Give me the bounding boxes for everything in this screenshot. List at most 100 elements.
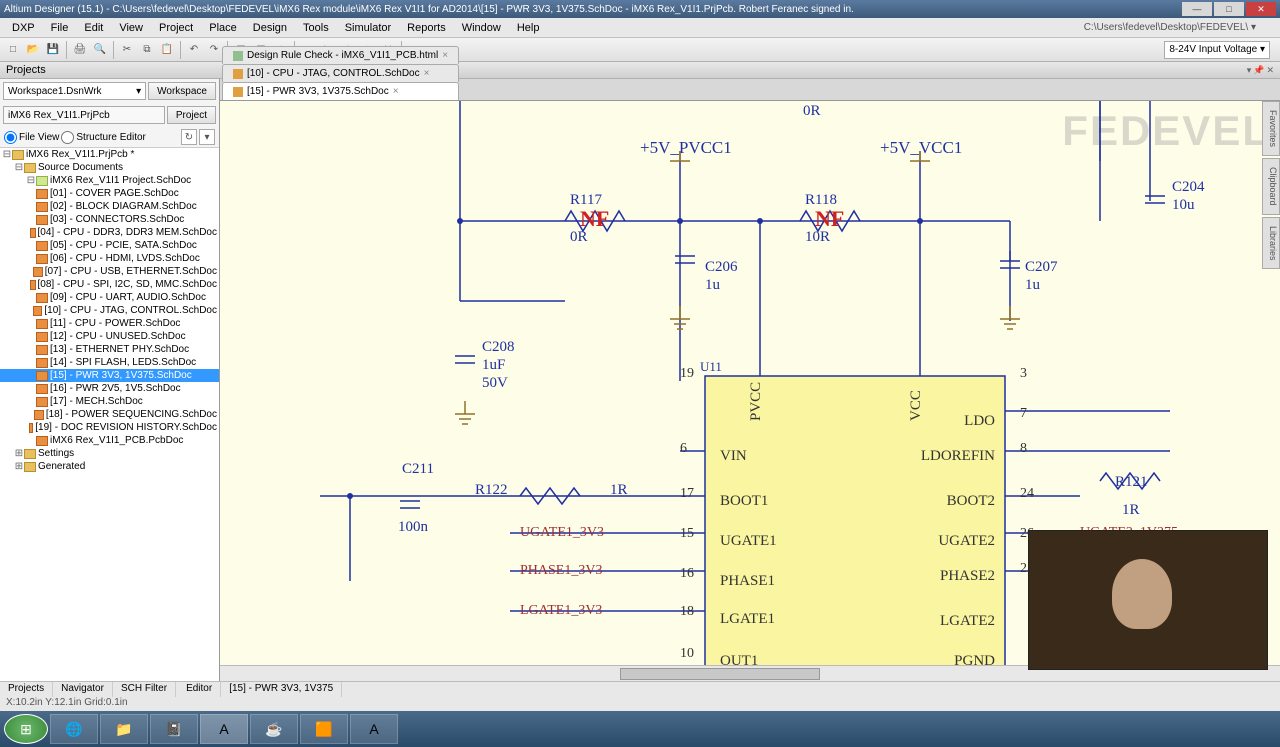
tree-source-documents[interactable]: ⊟Source Documents: [0, 161, 219, 174]
file-view-radio[interactable]: File View: [4, 131, 59, 144]
svg-text:10: 10: [680, 646, 694, 661]
tree-item[interactable]: [07] - CPU - USB, ETHERNET.SchDoc: [0, 265, 219, 278]
menu-reports[interactable]: Reports: [399, 20, 454, 36]
toolbar-undo-icon[interactable]: ↶: [185, 41, 203, 59]
tree-item[interactable]: [09] - CPU - UART, AUDIO.SchDoc: [0, 291, 219, 304]
menu-place[interactable]: Place: [201, 20, 245, 36]
toolbar-zoom-icon[interactable]: 🔍: [91, 41, 109, 59]
tree-item[interactable]: [12] - CPU - UNUSED.SchDoc: [0, 330, 219, 343]
svg-text:1u: 1u: [1025, 277, 1041, 293]
taskbar-app1-icon[interactable]: 📓: [150, 714, 198, 744]
svg-text:1uF: 1uF: [482, 357, 505, 373]
svg-text:NF: NF: [580, 206, 609, 231]
window-minimize-button[interactable]: —: [1182, 2, 1212, 16]
tree-item[interactable]: [10] - CPU - JTAG, CONTROL.SchDoc: [0, 304, 219, 317]
workspace-button[interactable]: Workspace: [148, 82, 216, 100]
toolbar-redo-icon[interactable]: ↷: [205, 41, 223, 59]
side-tabs: Favorites Clipboard Libraries: [1262, 101, 1280, 269]
document-tab[interactable]: [15] - PWR 3V3, 1V375.SchDoc×: [222, 82, 459, 100]
toolbar-new-icon[interactable]: □: [4, 41, 22, 59]
svg-text:R118: R118: [805, 192, 837, 208]
tree-item[interactable]: [06] - CPU - HDMI, LVDS.SchDoc: [0, 252, 219, 265]
tree-item[interactable]: [14] - SPI FLASH, LEDS.SchDoc: [0, 356, 219, 369]
side-tab-clipboard[interactable]: Clipboard: [1262, 158, 1280, 215]
toolbar-cut-icon[interactable]: ✂: [118, 41, 136, 59]
project-field[interactable]: iMX6 Rex_V1I1.PrjPcb: [3, 106, 165, 124]
panel-close-icon[interactable]: ✕: [1266, 65, 1274, 76]
structure-editor-radio[interactable]: Structure Editor: [61, 131, 145, 144]
menu-window[interactable]: Window: [454, 20, 509, 36]
tab-close-icon[interactable]: ×: [424, 68, 430, 79]
menu-tools[interactable]: Tools: [295, 20, 337, 36]
tree-item[interactable]: [18] - POWER SEQUENCING.SchDoc: [0, 408, 219, 421]
svg-text:7: 7: [1020, 406, 1027, 421]
svg-text:LGATE1: LGATE1: [720, 611, 775, 627]
toolbar-copy-icon[interactable]: ⧉: [138, 41, 156, 59]
document-tab[interactable]: [10] - CPU - JTAG, CONTROL.SchDoc×: [222, 64, 459, 82]
workspace-combo[interactable]: Workspace1.DsnWrk▾: [3, 82, 146, 100]
window-close-button[interactable]: ✕: [1246, 2, 1276, 16]
tree-item[interactable]: [03] - CONNECTORS.SchDoc: [0, 213, 219, 226]
bottom-tab-projects[interactable]: Projects: [0, 682, 53, 697]
tree-item[interactable]: [16] - PWR 2V5, 1V5.SchDoc: [0, 382, 219, 395]
tree-item[interactable]: [17] - MECH.SchDoc: [0, 395, 219, 408]
tree-generated[interactable]: ⊞Generated: [0, 460, 219, 473]
taskbar-explorer-icon[interactable]: 📁: [100, 714, 148, 744]
svg-text:8: 8: [1020, 441, 1027, 456]
menu-help[interactable]: Help: [509, 20, 548, 36]
toolbar-save-icon[interactable]: 💾: [44, 41, 62, 59]
taskbar-app2-icon[interactable]: 🟧: [300, 714, 348, 744]
menu-dxp[interactable]: DXP: [4, 20, 43, 36]
svg-text:1R: 1R: [1122, 502, 1140, 518]
taskbar-chrome-icon[interactable]: 🌐: [50, 714, 98, 744]
tree-item[interactable]: [08] - CPU - SPI, I2C, SD, MMC.SchDoc: [0, 278, 219, 291]
tree-root[interactable]: ⊟iMX6 Rex_V1I1.PrjPcb *: [0, 148, 219, 161]
toolbar-print-icon[interactable]: 🖨: [71, 41, 89, 59]
start-button[interactable]: ⊞: [4, 714, 48, 744]
side-tab-favorites[interactable]: Favorites: [1262, 101, 1280, 156]
svg-text:PGND: PGND: [954, 653, 995, 665]
tree-item[interactable]: [04] - CPU - DDR3, DDR3 MEM.SchDoc: [0, 226, 219, 239]
svg-text:R121: R121: [1115, 474, 1148, 490]
toolbar-signal-combo[interactable]: 8-24V Input Voltage ▾: [1164, 41, 1270, 59]
window-maximize-button[interactable]: □: [1214, 2, 1244, 16]
taskbar-java-icon[interactable]: ☕: [250, 714, 298, 744]
tab-close-icon[interactable]: ×: [393, 86, 399, 97]
project-tree[interactable]: ⊟iMX6 Rex_V1I1.PrjPcb * ⊟Source Document…: [0, 148, 219, 681]
toolbar-open-icon[interactable]: 📂: [24, 41, 42, 59]
taskbar-app3-icon[interactable]: A: [350, 714, 398, 744]
tree-item[interactable]: [11] - CPU - POWER.SchDoc: [0, 317, 219, 330]
tree-item[interactable]: [02] - BLOCK DIAGRAM.SchDoc: [0, 200, 219, 213]
tree-item[interactable]: [19] - DOC REVISION HISTORY.SchDoc: [0, 421, 219, 434]
tab-close-icon[interactable]: ×: [442, 50, 448, 61]
panel-pin-icon[interactable]: 📌: [1253, 65, 1264, 76]
tree-item[interactable]: ⊟iMX6 Rex_V1I1 Project.SchDoc: [0, 174, 219, 187]
menu-view[interactable]: View: [111, 20, 151, 36]
svg-text:C208: C208: [482, 339, 515, 355]
document-tab[interactable]: Design Rule Check - iMX6_V1I1_PCB.html×: [222, 46, 459, 64]
tree-options-icon[interactable]: ▾: [199, 129, 215, 145]
tree-item[interactable]: [01] - COVER PAGE.SchDoc: [0, 187, 219, 200]
menu-simulator[interactable]: Simulator: [337, 20, 399, 36]
taskbar-altium-icon[interactable]: A: [200, 714, 248, 744]
panel-dropdown-icon[interactable]: ▾: [1247, 65, 1252, 76]
tree-item[interactable]: [05] - CPU - PCIE, SATA.SchDoc: [0, 239, 219, 252]
bottom-tab-navigator[interactable]: Navigator: [53, 682, 113, 697]
tree-refresh-icon[interactable]: ↻: [181, 129, 197, 145]
tree-pcb-item[interactable]: iMX6 Rex_V1I1_PCB.PcbDoc: [0, 434, 219, 447]
tree-item[interactable]: [15] - PWR 3V3, 1V375.SchDoc: [0, 369, 219, 382]
path-box[interactable]: C:\Users\fedevel\Desktop\FEDEVEL\ ▾: [1076, 20, 1276, 35]
svg-text:LGATE2: LGATE2: [940, 613, 995, 629]
menu-design[interactable]: Design: [245, 20, 295, 36]
menu-project[interactable]: Project: [151, 20, 201, 36]
bottom-tab-schfilter[interactable]: SCH Filter: [113, 682, 176, 697]
tree-settings[interactable]: ⊞Settings: [0, 447, 219, 460]
toolbar-paste-icon[interactable]: 📋: [158, 41, 176, 59]
project-button[interactable]: Project: [167, 106, 216, 124]
menu-file[interactable]: File: [43, 20, 77, 36]
svg-text:LDOREFIN: LDOREFIN: [921, 448, 995, 464]
menu-edit[interactable]: Edit: [76, 20, 111, 36]
svg-text:UGATE1_3V3: UGATE1_3V3: [520, 525, 604, 540]
tree-item[interactable]: [13] - ETHERNET PHY.SchDoc: [0, 343, 219, 356]
side-tab-libraries[interactable]: Libraries: [1262, 217, 1280, 270]
